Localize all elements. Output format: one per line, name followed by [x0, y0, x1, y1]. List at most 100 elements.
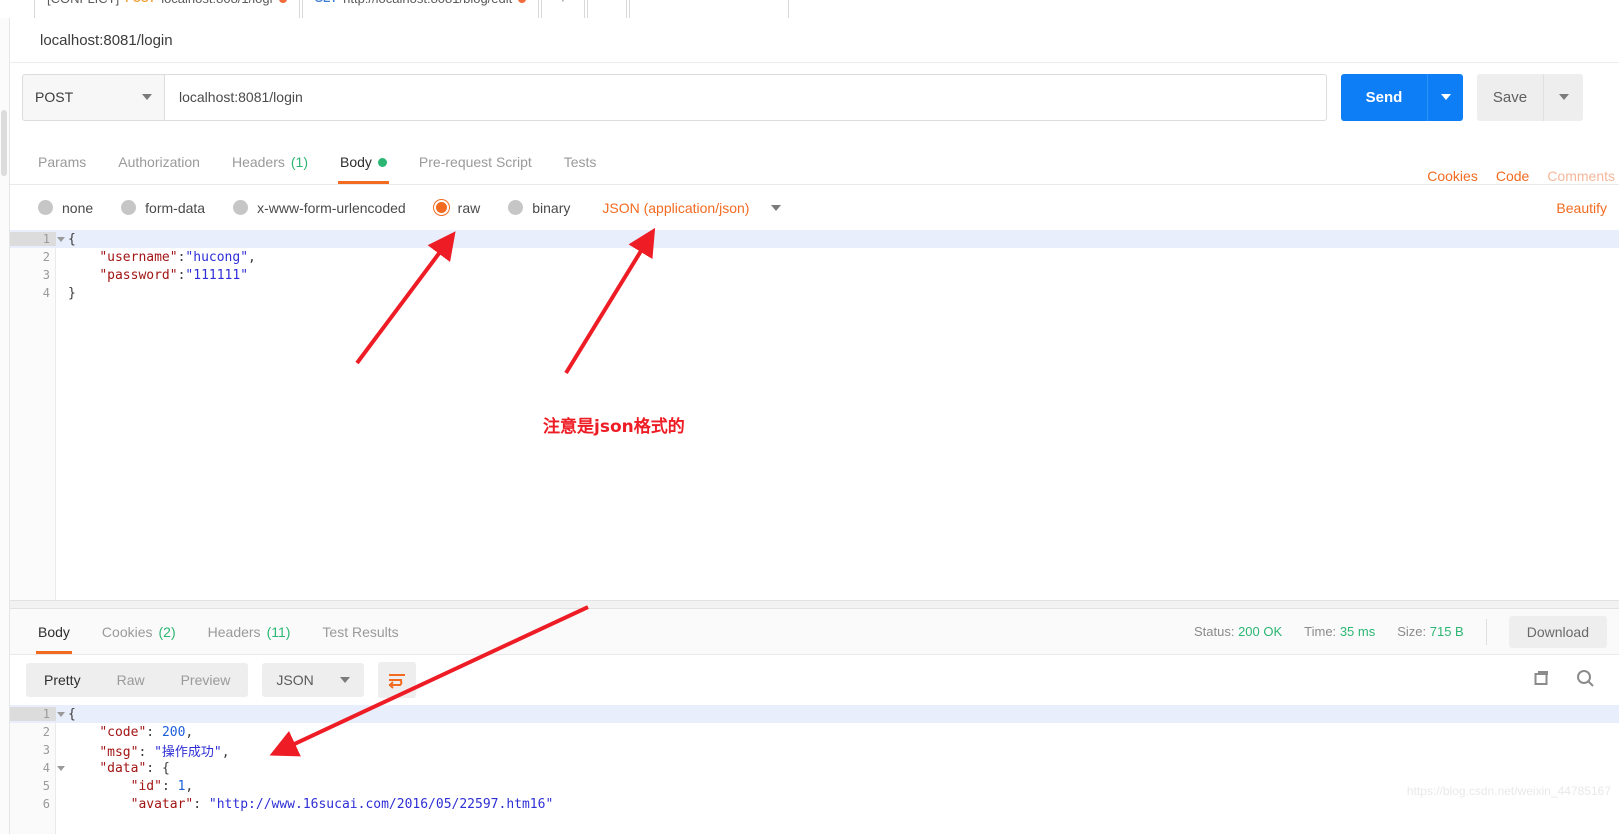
chevron-down-icon [1440, 94, 1451, 100]
tab-label: Pre-request Script [418, 154, 532, 170]
view-mode-raw[interactable]: Raw [99, 663, 163, 697]
tab-label: Body [340, 154, 372, 170]
word-wrap-button[interactable] [377, 662, 416, 698]
cookies-link[interactable]: Cookies [1427, 168, 1478, 184]
chevron-down-icon [771, 204, 782, 211]
sidebar-rail [0, 18, 10, 834]
response-tab-test-results[interactable]: Test Results [306, 609, 414, 654]
code-text: "username":"hucong", [56, 250, 256, 265]
code-text: "password":"111111" [56, 268, 248, 283]
download-button[interactable]: Download [1508, 615, 1607, 648]
browser-tab-1[interactable]: GET http://localhost:8081/blog/edit [301, 0, 540, 18]
url-input[interactable]: localhost:8081/login [164, 73, 1327, 121]
line-number: 1 [10, 707, 65, 721]
raw-format-value: JSON (application/json) [602, 199, 750, 216]
code-token: "avatar" [130, 796, 194, 812]
tab-label: Tests [563, 154, 597, 170]
request-tabs-links: Cookies Code Comments [1427, 168, 1619, 184]
body-type-binary[interactable]: binary [508, 200, 570, 216]
copy-button[interactable] [1533, 668, 1553, 693]
code-token: : [146, 724, 162, 740]
time-metric: Time: 35 ms [1304, 624, 1375, 639]
fold-triangle-icon[interactable] [57, 766, 65, 771]
save-options-button[interactable] [1543, 73, 1583, 121]
raw-format-select[interactable]: JSON (application/json) [602, 199, 782, 216]
send-button[interactable]: Send [1341, 73, 1427, 121]
request-code-lines: 1{2 "username":"hucong", 3 "password":"11… [10, 230, 1619, 302]
tab-extra-region[interactable] [628, 0, 789, 18]
code-token: : [138, 744, 155, 760]
beautify-link[interactable]: Beautify [1556, 200, 1619, 216]
request-tabs: Params Authorization Headers (1) Body Pr… [10, 140, 1619, 185]
code-token: "username" [99, 249, 178, 265]
line-number: 3 [42, 743, 50, 757]
response-format-value: JSON [276, 672, 314, 688]
tab-params[interactable]: Params [22, 140, 102, 184]
code-token: "id" [130, 778, 162, 794]
unsaved-dot-icon [278, 0, 287, 3]
tab-overflow-button[interactable] [586, 0, 627, 18]
body-type-none[interactable]: none [38, 200, 93, 216]
radio-icon [38, 200, 53, 215]
http-method-select[interactable]: POST [22, 73, 164, 121]
body-present-dot-icon [377, 157, 387, 167]
http-method-value: POST [35, 89, 74, 105]
response-format-select[interactable]: JSON [262, 663, 364, 697]
fold-triangle-icon[interactable] [57, 712, 65, 717]
code-token: "111111" [185, 267, 249, 283]
radio-selected-icon [433, 200, 449, 215]
response-code-lines: 1{2 "code": 200, 3 "msg": "操作成功", 4 "data"… [10, 705, 1619, 813]
browser-tab-0[interactable]: [CONFLICT] POST localhost:808/1/logi [34, 0, 300, 18]
tab-label: Test Results [322, 623, 399, 640]
new-tab-button[interactable]: + [541, 0, 585, 18]
fold-triangle-icon[interactable] [57, 237, 65, 242]
code-text: "id": 1, [56, 778, 194, 794]
body-type-form-data[interactable]: form-data [121, 200, 205, 216]
line-number: 1 [10, 232, 65, 246]
status-label: Status: [1193, 624, 1235, 639]
code-token: { [68, 706, 76, 722]
response-tab-cookies[interactable]: Cookies (2) [86, 609, 192, 654]
tab-headers[interactable]: Headers (1) [216, 140, 324, 184]
tab-tests[interactable]: Tests [548, 140, 613, 184]
size-value: 715 B [1429, 624, 1464, 639]
tab-body[interactable]: Body [324, 140, 403, 184]
code-line: 2 "code": 200, [10, 723, 1619, 741]
body-type-urlencoded[interactable]: x-www-form-urlencoded [233, 200, 406, 216]
postman-window: [CONFLICT] POST localhost:808/1/logi GET… [0, 0, 1619, 834]
send-options-button[interactable] [1427, 73, 1463, 121]
tab-pre-request-script[interactable]: Pre-request Script [403, 140, 548, 184]
body-type-row: none form-data x-www-form-urlencoded raw… [10, 185, 1619, 230]
response-tab-body[interactable]: Body [22, 609, 86, 654]
code-token: : [146, 760, 162, 776]
status-metric: Status: 200 OK [1194, 624, 1282, 639]
browser-tab-method: GET [315, 0, 338, 5]
code-line: 4 "data": { [10, 759, 1619, 777]
code-line: 6 "avatar": "http://www.16sucai.com/2016… [10, 795, 1619, 813]
code-token: "data" [99, 760, 147, 776]
url-bar: POST localhost:8081/login Send Save [10, 63, 1619, 131]
code-text: "code": 200, [56, 725, 193, 740]
body-type-raw[interactable]: raw [433, 200, 480, 216]
url-input-value: localhost:8081/login [179, 89, 303, 105]
response-tab-headers[interactable]: Headers (11) [192, 609, 307, 654]
search-button[interactable] [1575, 668, 1595, 693]
tab-authorization[interactable]: Authorization [102, 140, 216, 184]
body-type-label: none [62, 199, 94, 216]
save-button[interactable]: Save [1477, 73, 1543, 121]
time-value: 35 ms [1339, 624, 1376, 639]
code-link[interactable]: Code [1496, 168, 1529, 184]
word-wrap-icon [388, 674, 405, 689]
request-body-editor[interactable]: 1{2 "username":"hucong", 3 "password":"11… [10, 230, 1619, 600]
code-token: "操作成功" [154, 744, 222, 760]
view-mode-preview[interactable]: Preview [163, 663, 249, 697]
view-mode-pretty[interactable]: Pretty [26, 663, 99, 697]
tab-count: (11) [266, 623, 291, 640]
code-token: { [161, 760, 170, 776]
response-body-editor[interactable]: 1{2 "code": 200, 3 "msg": "操作成功", 4 "data"… [10, 705, 1619, 834]
sidebar-resize-handle[interactable] [1, 110, 7, 176]
comments-link[interactable]: Comments [1547, 168, 1615, 184]
response-splitter[interactable] [10, 600, 1619, 609]
